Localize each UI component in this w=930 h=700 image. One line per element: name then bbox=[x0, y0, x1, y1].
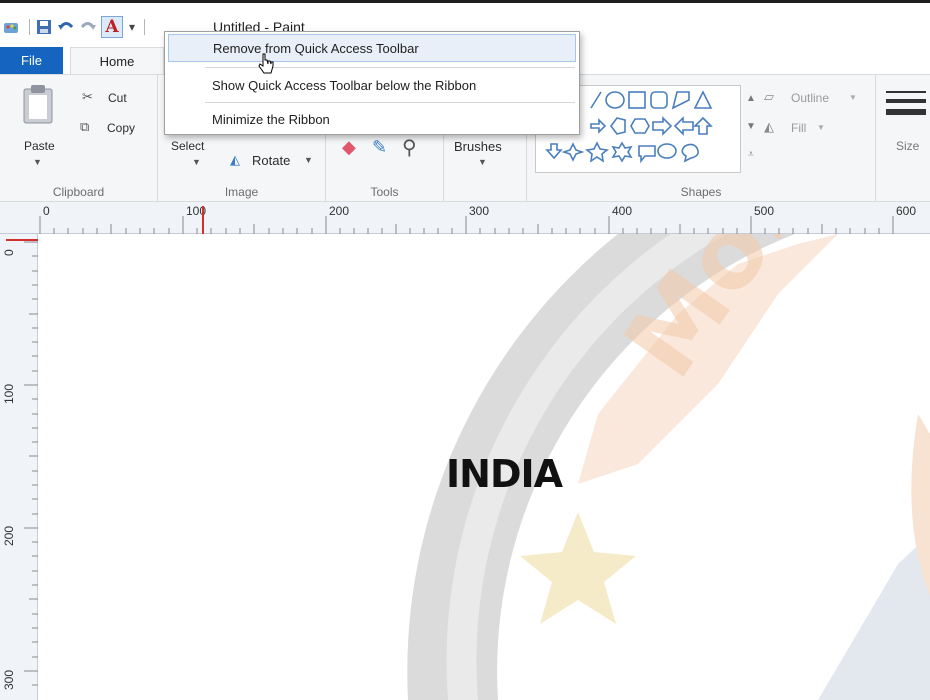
redo-icon[interactable] bbox=[79, 18, 97, 36]
font-icon[interactable]: A bbox=[101, 16, 123, 38]
menu-separator-2 bbox=[205, 102, 575, 103]
size-button[interactable]: Size bbox=[896, 139, 919, 153]
tools-group-label: Tools bbox=[370, 185, 399, 199]
rotate-icon[interactable]: ◭ bbox=[230, 152, 240, 168]
shapes-scroll-down-icon[interactable]: ▼ bbox=[744, 113, 758, 141]
shapes-expand-icon[interactable]: ⩡ bbox=[744, 141, 758, 169]
fill-icon[interactable]: ◭ bbox=[764, 119, 774, 135]
rotate-button[interactable]: Rotate bbox=[252, 153, 290, 168]
outline-icon[interactable]: ▱ bbox=[764, 89, 774, 105]
tab-home[interactable]: Home bbox=[70, 47, 164, 75]
vruler-label-300: 300 bbox=[2, 669, 16, 690]
menu-item-remove-from-qat[interactable]: Remove from Quick Access Toolbar bbox=[168, 34, 576, 62]
mouse-cursor-icon bbox=[258, 53, 274, 74]
qat-context-menu: Remove from Quick Access Toolbar Show Qu… bbox=[164, 31, 580, 135]
copy-icon[interactable]: ⧉ bbox=[80, 119, 89, 135]
eraser-icon[interactable]: ◆ bbox=[342, 137, 356, 158]
horizontal-ruler-ticks bbox=[39, 206, 894, 234]
fill-button[interactable]: Fill bbox=[791, 121, 806, 135]
outline-button[interactable]: Outline bbox=[791, 91, 829, 105]
paint-app-icon[interactable] bbox=[2, 18, 20, 36]
drawing-canvas[interactable]: Mobi INDIA bbox=[38, 234, 930, 700]
shapes-scroll-up-icon[interactable]: ▲ bbox=[744, 85, 758, 113]
cut-button[interactable]: Cut bbox=[108, 91, 127, 105]
cut-icon[interactable]: ✂ bbox=[82, 89, 93, 105]
select-button[interactable]: Select bbox=[171, 139, 204, 153]
canvas-text-india[interactable]: INDIA bbox=[446, 452, 563, 496]
brushes-dropdown-icon[interactable]: ▼ bbox=[478, 157, 487, 167]
rotate-dropdown-icon[interactable]: ▼ bbox=[304, 155, 313, 165]
size-group: Size bbox=[876, 75, 930, 201]
qat-title-separator bbox=[144, 19, 146, 35]
size-icon[interactable] bbox=[886, 89, 926, 128]
clipboard-group: Paste ▼ ✂ Cut ⧉ Copy Clipboard bbox=[0, 75, 158, 201]
paste-button[interactable]: Paste bbox=[24, 139, 55, 153]
menu-item-show-qat-below-ribbon[interactable]: Show Quick Access Toolbar below the Ribb… bbox=[168, 71, 576, 99]
quick-access-toolbar: A ▾ bbox=[2, 16, 150, 38]
undo-icon[interactable] bbox=[57, 18, 75, 36]
select-dropdown-icon[interactable]: ▼ bbox=[192, 157, 201, 167]
horizontal-ruler: 0 100 200 300 400 500 600 bbox=[0, 202, 930, 234]
color-picker-icon[interactable]: ✎ bbox=[372, 137, 387, 158]
save-icon[interactable] bbox=[35, 18, 53, 36]
paste-icon[interactable] bbox=[22, 83, 54, 130]
vruler-label-0: 0 bbox=[2, 249, 16, 256]
image-group-label: Image bbox=[224, 185, 259, 199]
vertical-ruler-ticks bbox=[6, 239, 38, 686]
customize-qat-icon[interactable]: ▾ bbox=[129, 20, 135, 34]
outline-dropdown-icon[interactable]: ▼ bbox=[849, 93, 857, 102]
vruler-label-100: 100 bbox=[2, 383, 16, 404]
clipboard-group-label: Clipboard bbox=[52, 185, 105, 199]
shapes-group-label: Shapes bbox=[680, 185, 722, 199]
shapes-scroll[interactable]: ▲ ▼ ⩡ bbox=[744, 85, 758, 173]
tab-file[interactable]: File bbox=[0, 47, 63, 74]
vertical-ruler: 0 100 200 300 bbox=[0, 234, 38, 700]
watermark-star-icon bbox=[520, 512, 636, 624]
qat-separator bbox=[29, 19, 30, 35]
magnifier-icon[interactable]: ⚲ bbox=[402, 135, 417, 160]
copy-button[interactable]: Copy bbox=[107, 121, 135, 135]
menu-item-minimize-ribbon[interactable]: Minimize the Ribbon bbox=[168, 105, 576, 133]
brushes-button[interactable]: Brushes bbox=[454, 139, 502, 154]
fill-dropdown-icon[interactable]: ▼ bbox=[817, 123, 825, 132]
vruler-label-200: 200 bbox=[2, 525, 16, 546]
paste-dropdown-icon[interactable]: ▼ bbox=[33, 157, 42, 167]
